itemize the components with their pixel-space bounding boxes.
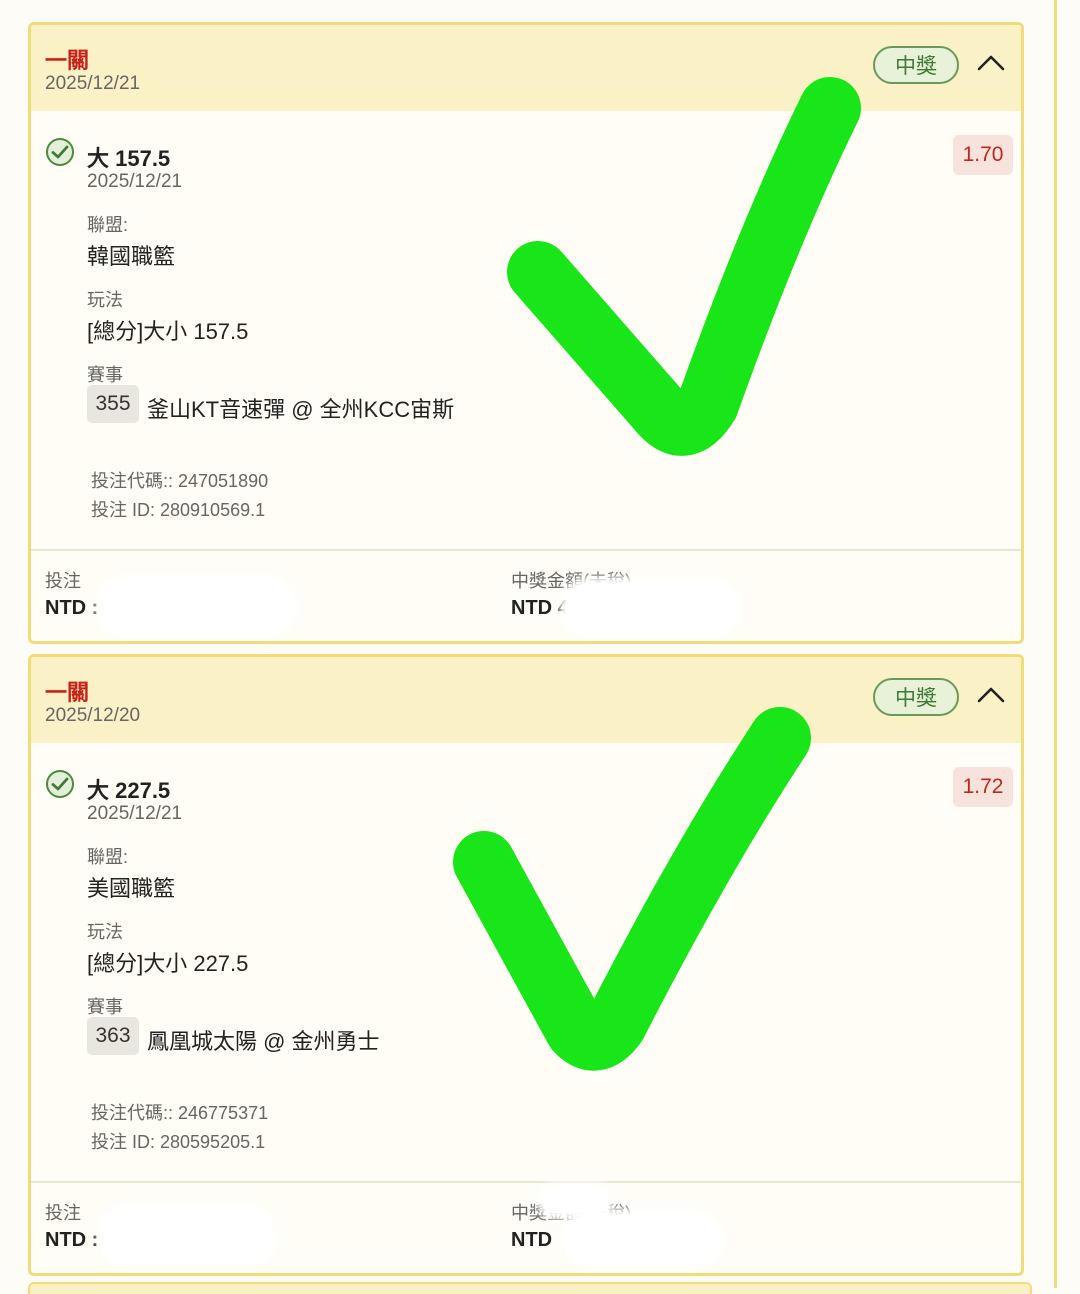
market-label: 玩法 [87, 290, 123, 310]
event-label: 賽事 [87, 997, 123, 1017]
bet-card-footer: 投注 NTD : 中獎金額(未稅) NTD [31, 1181, 1021, 1273]
selection-date: 2025/12/21 [87, 171, 183, 192]
bet-type: 一關 [45, 680, 90, 705]
bet-type: 一關 [45, 48, 90, 73]
match-name: 鳳凰城太陽 @ 金州勇士 [147, 1029, 380, 1054]
bet-card: 一關 2025/12/20 中獎 大 227.5 2025/12/21 1.72… [28, 654, 1024, 1276]
bet-card-header[interactable]: 一關 2025/12/20 中獎 [31, 657, 1021, 743]
event-label: 賽事 [87, 365, 123, 385]
payout-value: NTD [511, 1229, 553, 1251]
bet-date: 2025/12/21 [45, 73, 141, 94]
match-number: 355 [87, 385, 139, 423]
stake-label: 投注 [45, 571, 81, 591]
market-value: [總分]大小 227.5 [87, 951, 249, 976]
chevron-up-icon[interactable] [975, 50, 1007, 74]
match-number: 363 [87, 1017, 139, 1055]
market-label: 玩法 [87, 922, 123, 942]
league-label: 聯盟: [87, 847, 129, 867]
bet-card-body: 大 157.5 2025/12/21 1.70 聯盟: 韓國職籃 玩法 [總分]… [31, 111, 1021, 549]
status-badge: 中獎 [873, 46, 959, 84]
selection-date: 2025/12/21 [87, 803, 183, 824]
page-right-border [1054, 0, 1057, 1288]
market-value: [總分]大小 157.5 [87, 319, 249, 344]
match-name: 釜山KT音速彈 @ 全州KCC宙斯 [147, 397, 455, 422]
bet-card-footer: 投注 NTD : 中獎金額(未稅) NTD 4 [31, 549, 1021, 641]
selection-title: 大 157.5 [87, 146, 171, 171]
check-circle-icon [46, 138, 74, 166]
stake-label: 投注 [45, 1203, 81, 1223]
bet-id: 投注 ID: 280595205.1 [91, 1132, 266, 1152]
redaction-mark [101, 581, 291, 633]
selection-title: 大 227.5 [87, 778, 171, 803]
bet-id: 投注 ID: 280910569.1 [91, 500, 266, 520]
next-card-edge [28, 1282, 1032, 1294]
bet-date: 2025/12/20 [45, 705, 141, 726]
stake-value: NTD : [45, 597, 99, 619]
redaction-mark [567, 1215, 717, 1265]
redaction-mark [543, 1189, 607, 1213]
payout-value: NTD 4 [511, 597, 569, 619]
league-value: 韓國職籃 [87, 244, 176, 269]
bet-code: 投注代碼:: 247051890 [91, 471, 269, 491]
status-badge: 中獎 [873, 678, 959, 716]
redaction-mark [565, 583, 735, 633]
stake-value: NTD : [45, 1229, 99, 1251]
odds-badge: 1.70 [953, 135, 1013, 175]
bet-card-body: 大 227.5 2025/12/21 1.72 聯盟: 美國職籃 玩法 [總分]… [31, 743, 1021, 1181]
redaction-mark [103, 1209, 271, 1263]
chevron-up-icon[interactable] [975, 682, 1007, 706]
league-value: 美國職籃 [87, 876, 176, 901]
bet-card: 一關 2025/12/21 中獎 大 157.5 2025/12/21 1.70… [28, 22, 1024, 644]
bet-code: 投注代碼:: 246775371 [91, 1103, 269, 1123]
league-label: 聯盟: [87, 215, 129, 235]
odds-badge: 1.72 [953, 767, 1013, 807]
bet-card-header[interactable]: 一關 2025/12/21 中獎 [31, 25, 1021, 111]
check-circle-icon [46, 770, 74, 798]
